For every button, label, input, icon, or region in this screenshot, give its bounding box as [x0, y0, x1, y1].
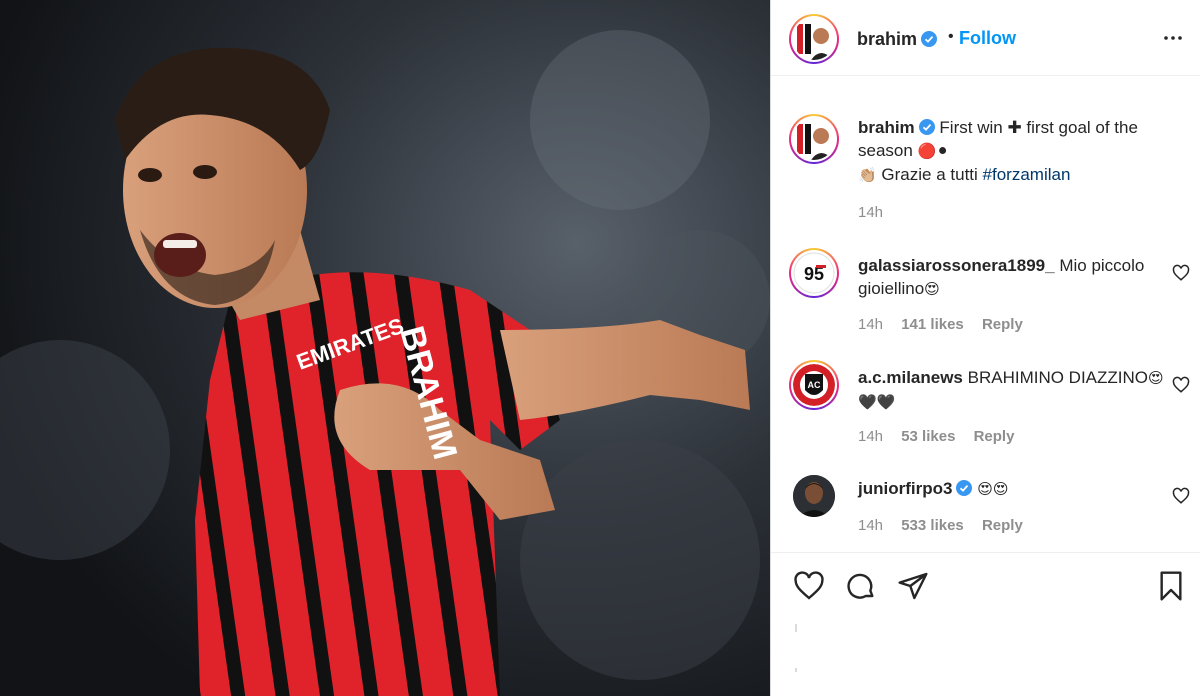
like-comment-heart-icon[interactable] — [1172, 376, 1190, 394]
more-options-icon[interactable] — [1161, 26, 1185, 50]
divider-mark — [795, 624, 797, 632]
caption-timestamp[interactable]: 14h — [858, 204, 883, 221]
like-heart-icon[interactable] — [793, 570, 825, 602]
author-username[interactable]: brahim — [857, 29, 938, 50]
follow-button[interactable]: Follow — [959, 28, 1016, 49]
like-comment-heart-icon[interactable] — [1172, 487, 1190, 505]
caption-text: brahim First win ✚ first goal of the sea… — [858, 116, 1178, 187]
caption-meta: 14h — [858, 204, 897, 221]
post-photo[interactable]: EMIRATES BRAHIM — [0, 0, 770, 696]
caption-line-1: First win — [939, 118, 1003, 137]
caption-username[interactable]: brahim — [858, 118, 915, 137]
heart-eyes-emoji: 😍😍 — [977, 480, 1009, 498]
author-avatar[interactable] — [789, 14, 839, 64]
avatar-logo-text: AC — [808, 380, 821, 390]
save-bookmark-icon[interactable] — [1155, 570, 1187, 602]
avatar-image: 95 — [793, 252, 835, 294]
avatar-image — [793, 475, 835, 517]
reply-button[interactable]: Reply — [982, 316, 1023, 333]
comment-text: galassiarossonera1899_ Mio piccolo gioie… — [858, 254, 1178, 301]
verified-badge-icon — [956, 480, 973, 496]
comment-meta: 14h 53 likes Reply — [858, 428, 1028, 445]
separator-dot: • — [948, 28, 954, 45]
post-details-panel: brahim • Follow brahim First win ✚ first… — [770, 0, 1200, 696]
comment-likes[interactable]: 533 likes — [901, 517, 964, 534]
comment-text: juniorfirpo3 😍😍 — [858, 477, 1178, 501]
comment-meta: 14h 533 likes Reply — [858, 517, 1037, 534]
post-action-bar — [771, 556, 1200, 616]
post-header: brahim • Follow — [771, 0, 1200, 76]
comment-bubble-icon[interactable] — [845, 570, 877, 602]
commenter-avatar[interactable] — [793, 475, 835, 517]
caption-line-3: Grazie a tutti — [881, 165, 978, 184]
comment-likes[interactable]: 53 likes — [901, 428, 955, 445]
divider-mark — [795, 668, 797, 672]
reply-button[interactable]: Reply — [974, 428, 1015, 445]
comment-body: BRAHIMINO DIAZZINO — [967, 368, 1149, 387]
comment-timestamp[interactable]: 14h — [858, 316, 883, 333]
heart-eyes-emoji: 😍 — [924, 280, 940, 298]
avatar-image — [793, 118, 835, 160]
comment-text: a.c.milanews BRAHIMINO DIAZZINO😍🖤🖤 — [858, 366, 1178, 414]
verified-badge-icon — [921, 31, 938, 47]
commenter-username[interactable]: juniorfirpo3 — [858, 479, 952, 498]
share-paper-plane-icon[interactable] — [897, 570, 929, 602]
commenter-avatar[interactable]: AC — [789, 360, 839, 410]
comment-timestamp[interactable]: 14h — [858, 428, 883, 445]
commenter-username[interactable]: a.c.milanews — [858, 368, 963, 387]
caption-avatar[interactable] — [789, 114, 839, 164]
comments-section: brahim First win ✚ first goal of the sea… — [771, 77, 1200, 553]
like-comment-heart-icon[interactable] — [1172, 264, 1190, 282]
verified-badge-icon — [918, 119, 935, 135]
avatar-image: AC — [793, 364, 835, 406]
comment-likes[interactable]: 141 likes — [901, 316, 964, 333]
commenter-avatar[interactable]: 95 — [789, 248, 839, 298]
comment-meta: 14h 141 likes Reply — [858, 316, 1037, 333]
hashtag-link[interactable]: #forzamilan — [983, 165, 1071, 184]
plus-icon: ✚ — [1007, 118, 1022, 137]
comment-timestamp[interactable]: 14h — [858, 517, 883, 534]
clap-emoji: 👏🏼 — [858, 166, 877, 184]
avatar-image — [793, 18, 835, 60]
reply-button[interactable]: Reply — [982, 517, 1023, 534]
red-black-balls-emoji: 🔴⚫ — [917, 142, 949, 160]
player-illustration: EMIRATES BRAHIM — [0, 0, 770, 696]
commenter-username[interactable]: galassiarossonera1899_ — [858, 256, 1055, 275]
